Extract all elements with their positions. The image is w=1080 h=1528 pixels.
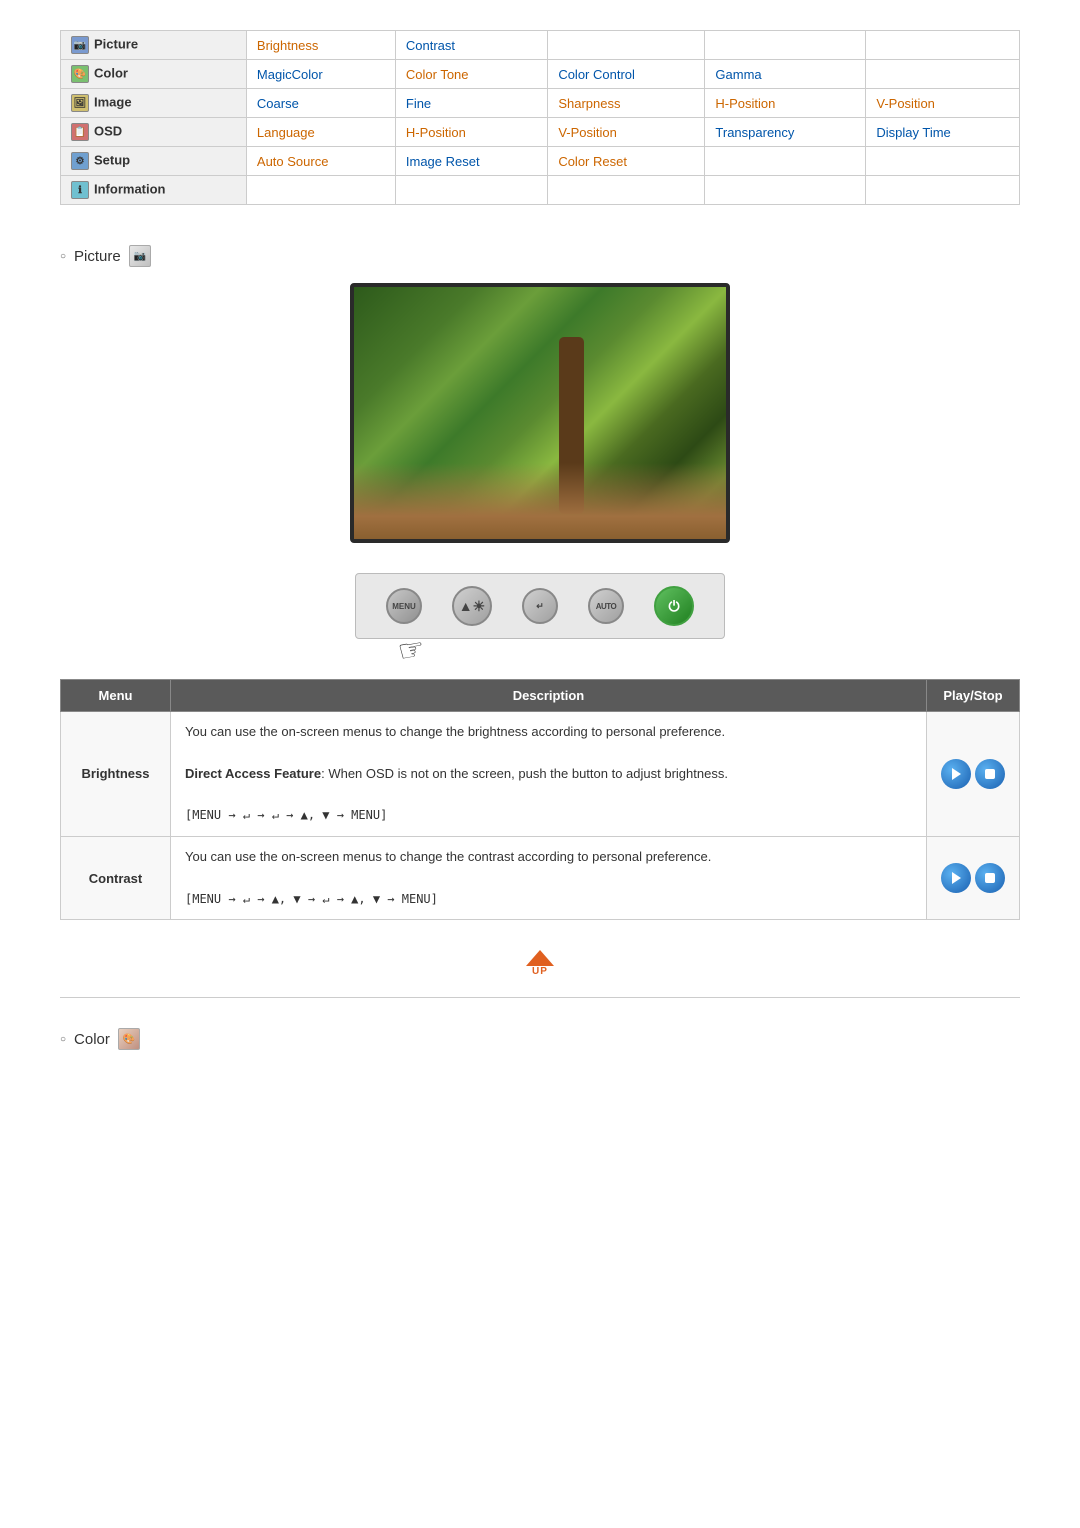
enter-button[interactable]: ↵ <box>522 588 558 624</box>
nav-item[interactable]: Coarse <box>246 89 395 118</box>
brightness-icon: ▲☀ <box>459 598 485 615</box>
play-button[interactable] <box>941 863 971 893</box>
nav-item <box>705 176 866 205</box>
nav-item[interactable]: Color Tone <box>395 60 547 89</box>
desc-formula: [MENU → ↵ → ▲, ▼ → ↵ → ▲, ▼ → MENU] <box>185 892 438 906</box>
play-stop-cell <box>927 712 1020 837</box>
desc-line1: You can use the on-screen menus to chang… <box>185 724 725 739</box>
picture-bullet: ○ <box>60 251 66 262</box>
nav-table: 📷PictureBrightnessContrast 🎨ColorMagicCol… <box>60 30 1020 205</box>
color-heading-text: Color <box>74 1031 110 1048</box>
nav-category-image[interactable]: 🖼Image <box>61 89 247 118</box>
color-section-heading: ○ Color 🎨 <box>60 1028 1020 1050</box>
auto-button-label: AUTO <box>596 602 617 611</box>
auto-button[interactable]: AUTO <box>588 588 624 624</box>
nav-category-color[interactable]: 🎨Color <box>61 60 247 89</box>
up-label-text: UP <box>532 966 548 977</box>
nav-item[interactable]: H-Position <box>395 118 547 147</box>
color-icon: 🎨 <box>118 1028 140 1050</box>
nav-category-osd[interactable]: 📋OSD <box>61 118 247 147</box>
monitor-container <box>60 283 1020 543</box>
monitor-screen <box>354 287 726 539</box>
power-button[interactable]: ⏻ <box>654 586 694 626</box>
nav-item[interactable]: Language <box>246 118 395 147</box>
desc-line2: : When OSD is not on the screen, push th… <box>321 766 728 781</box>
col-menu-header: Menu <box>61 680 171 712</box>
color-bullet: ○ <box>60 1034 66 1045</box>
nav-category-information[interactable]: ℹInformation <box>61 176 247 205</box>
nav-item[interactable]: Image Reset <box>395 147 547 176</box>
nav-item[interactable]: V-Position <box>548 118 705 147</box>
nav-item[interactable]: Transparency <box>705 118 866 147</box>
nav-item[interactable]: MagicColor <box>246 60 395 89</box>
nav-item <box>866 31 1020 60</box>
picture-heading-text: Picture <box>74 248 121 265</box>
play-icon <box>952 768 961 780</box>
play-stop-cell <box>927 836 1020 919</box>
nav-item <box>866 176 1020 205</box>
nav-item[interactable]: Contrast <box>395 31 547 60</box>
picture-section-heading: ○ Picture 📷 <box>60 245 1020 267</box>
menu-button[interactable]: MENU <box>386 588 422 624</box>
col-description-header: Description <box>171 680 927 712</box>
nav-item <box>395 176 547 205</box>
play-button[interactable] <box>941 759 971 789</box>
nav-item[interactable]: Display Time <box>866 118 1020 147</box>
nav-item[interactable]: Color Reset <box>548 147 705 176</box>
desc-formula: [MENU → ↵ → ↵ → ▲, ▼ → MENU] <box>185 808 387 822</box>
nav-item <box>705 147 866 176</box>
col-playstop-header: Play/Stop <box>927 680 1020 712</box>
hand-pointer-icon: ☞ <box>395 631 428 670</box>
play-buttons <box>941 759 1005 789</box>
nav-item <box>246 176 395 205</box>
nav-category-picture[interactable]: 📷Picture <box>61 31 247 60</box>
desc-menu-cell: Contrast <box>61 836 171 919</box>
picture-icon: 📷 <box>129 245 151 267</box>
nav-item[interactable]: V-Position <box>866 89 1020 118</box>
buttons-container: MENU ▲☀ ↵ AUTO ⏻ ☞ <box>60 573 1020 639</box>
nav-item[interactable]: Brightness <box>246 31 395 60</box>
up-container: UP <box>60 950 1020 977</box>
play-icon <box>952 872 961 884</box>
nav-item <box>548 31 705 60</box>
desc-line1: You can use the on-screen menus to chang… <box>185 849 711 864</box>
power-icon: ⏻ <box>668 598 679 615</box>
enter-icon: ↵ <box>536 601 544 612</box>
nav-item[interactable]: Gamma <box>705 60 866 89</box>
up-arrow-icon <box>526 950 554 966</box>
brightness-button[interactable]: ▲☀ <box>452 586 492 626</box>
menu-button-label: MENU <box>392 602 416 611</box>
nav-category-setup[interactable]: ⚙Setup <box>61 147 247 176</box>
play-buttons <box>941 863 1005 893</box>
nav-item <box>548 176 705 205</box>
description-table: Menu Description Play/Stop Brightness You… <box>60 679 1020 920</box>
monitor-frame <box>350 283 730 543</box>
buttons-bar: MENU ▲☀ ↵ AUTO ⏻ ☞ <box>355 573 725 639</box>
stop-button[interactable] <box>975 863 1005 893</box>
nav-item[interactable]: Auto Source <box>246 147 395 176</box>
direct-access-label: Direct Access Feature <box>185 766 321 781</box>
nav-item <box>705 31 866 60</box>
stop-icon <box>985 873 995 883</box>
desc-menu-cell: Brightness <box>61 712 171 837</box>
desc-text-cell: You can use the on-screen menus to chang… <box>171 836 927 919</box>
nav-item[interactable]: Sharpness <box>548 89 705 118</box>
stop-icon <box>985 769 995 779</box>
nav-item <box>866 60 1020 89</box>
desc-text-cell: You can use the on-screen menus to chang… <box>171 712 927 837</box>
nav-item[interactable]: Color Control <box>548 60 705 89</box>
stop-button[interactable] <box>975 759 1005 789</box>
section-divider <box>60 997 1020 998</box>
up-button[interactable]: UP <box>526 950 554 977</box>
nav-item[interactable]: H-Position <box>705 89 866 118</box>
nav-item[interactable]: Fine <box>395 89 547 118</box>
nav-item <box>866 147 1020 176</box>
